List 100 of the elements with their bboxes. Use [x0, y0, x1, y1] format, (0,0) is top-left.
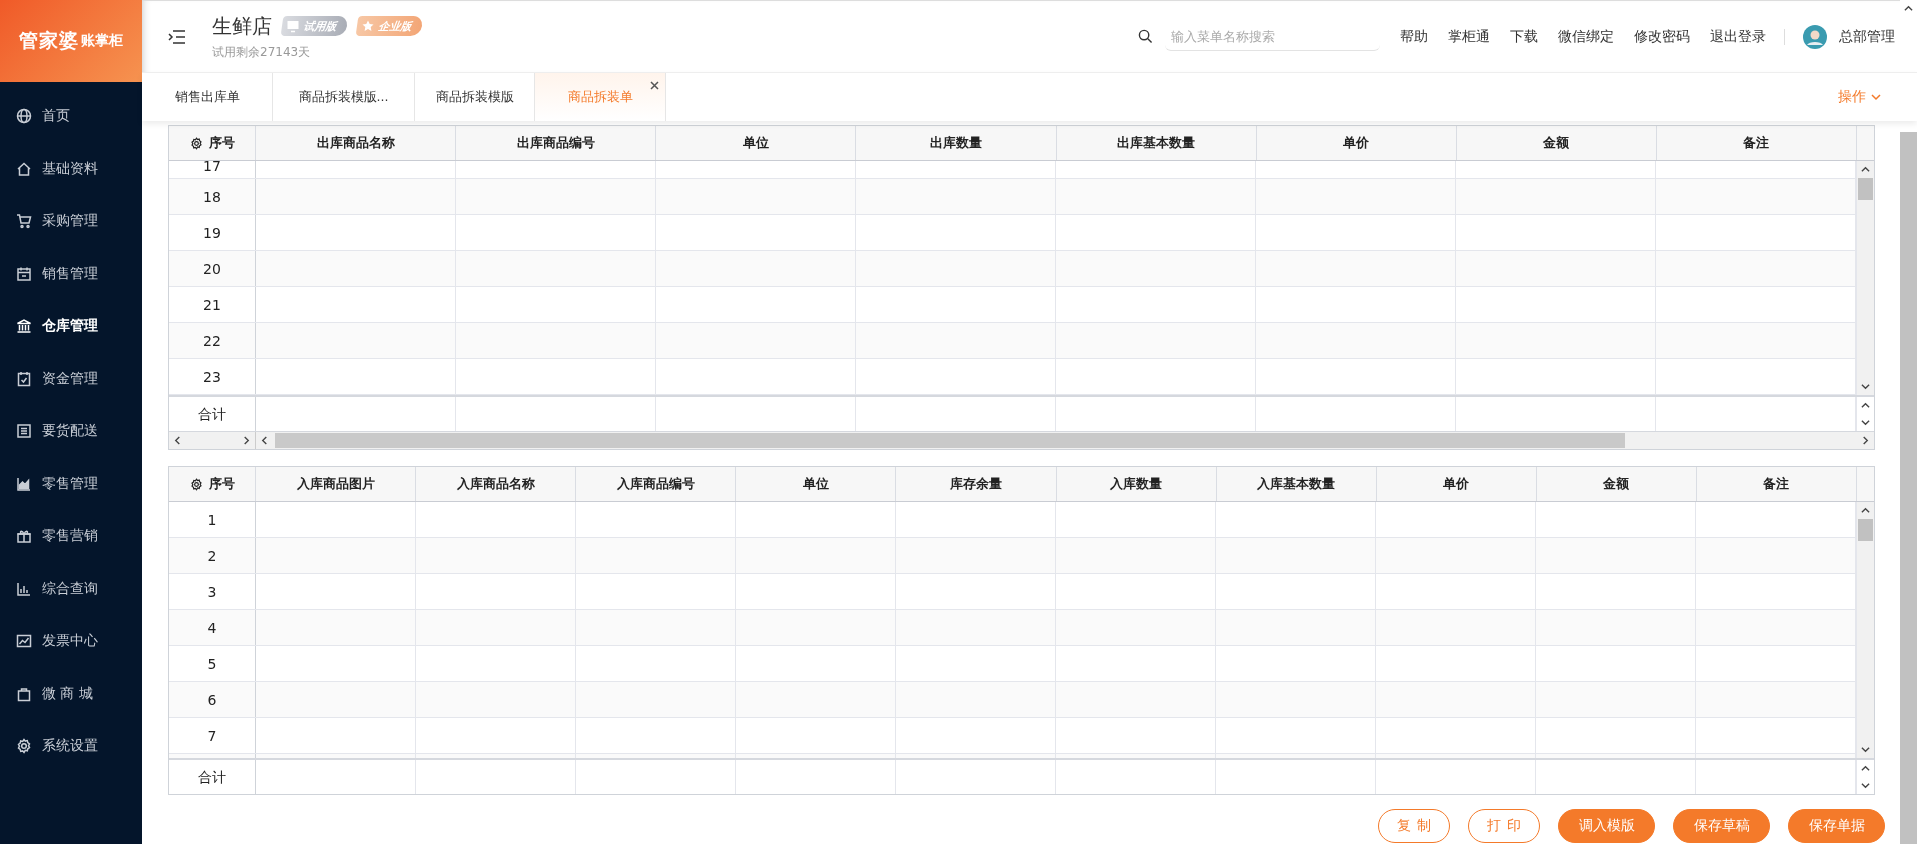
vertical-scrollbar[interactable]: [1856, 502, 1874, 758]
row-number: 4: [169, 610, 256, 645]
column-header-text: 序号: [208, 134, 235, 152]
header-link[interactable]: 下载: [1510, 27, 1538, 46]
chevron-up-icon[interactable]: [1861, 401, 1870, 410]
row-number: 20: [169, 251, 256, 286]
header-link[interactable]: 帮助: [1400, 27, 1428, 46]
caret-icon: [1871, 93, 1881, 101]
bank-icon: [16, 318, 32, 335]
close-icon[interactable]: [650, 81, 659, 90]
sidebar-item[interactable]: 资金管理: [0, 352, 142, 405]
header-link[interactable]: 掌柜通: [1448, 27, 1490, 46]
trial-remaining-text: 试用剩余27143天: [212, 43, 312, 61]
store-name: 生鲜店: [212, 12, 272, 40]
column-header: 入库商品图片: [256, 467, 417, 501]
avatar-icon: [1803, 24, 1827, 49]
bag-icon: [16, 685, 32, 702]
scrollbar-thumb[interactable]: [1858, 178, 1873, 200]
column-header: 出库商品名称: [256, 126, 457, 160]
row-number: 18: [169, 179, 256, 214]
chevron-up-icon[interactable]: [1861, 506, 1870, 515]
scrollbar-thumb[interactable]: [1900, 132, 1917, 844]
row-number: 22: [169, 323, 256, 358]
gear-icon[interactable]: [189, 477, 203, 491]
sidebar-item[interactable]: 采购管理: [0, 195, 142, 248]
column-header: 金额: [1456, 126, 1657, 160]
row-number: 21: [169, 287, 256, 322]
row-number: 17: [169, 161, 256, 178]
sidebar-item[interactable]: 微 商 城: [0, 667, 142, 720]
column-header: 库存余量: [896, 467, 1057, 501]
column-header-text: 序号: [208, 475, 235, 493]
sidebar-item[interactable]: 零售营销: [0, 510, 142, 563]
list-icon: [16, 423, 32, 440]
chevron-right-icon[interactable]: [242, 436, 251, 445]
row-number: 7: [169, 718, 256, 753]
chevron-up-icon[interactable]: [1861, 165, 1870, 174]
sidebar-item[interactable]: 综合查询: [0, 562, 142, 615]
column-header: 单价: [1376, 467, 1537, 501]
bar-chart-icon: [16, 580, 32, 597]
edition-badge: 企业版: [355, 16, 424, 36]
chevron-left-icon[interactable]: [260, 436, 269, 445]
column-header: 出库数量: [856, 126, 1057, 160]
logo-brand-text: 管家婆: [19, 28, 79, 53]
edition-badge: 试用版: [280, 16, 349, 36]
column-header: 入库商品编号: [576, 467, 737, 501]
row-number: 1: [169, 502, 256, 537]
scrollbar-thumb[interactable]: [275, 433, 1625, 448]
page-scrollbar[interactable]: [1900, 0, 1917, 844]
row-number: 6: [169, 682, 256, 717]
row-number: 19: [169, 215, 256, 250]
user-name[interactable]: 总部管理: [1839, 27, 1895, 46]
area-chart-icon: [16, 475, 32, 492]
row-number: 23: [169, 359, 256, 394]
calendar-check-icon: [16, 370, 32, 387]
chevron-down-icon[interactable]: [1861, 418, 1870, 427]
logo-product-text: 账掌柜: [81, 32, 123, 50]
column-header: 入库基本数量: [1216, 467, 1377, 501]
sidebar-item[interactable]: 销售管理: [0, 247, 142, 300]
vertical-scrollbar[interactable]: [1856, 161, 1874, 395]
sidebar-item[interactable]: 发票中心: [0, 615, 142, 668]
column-header: 出库商品编号: [456, 126, 657, 160]
chevron-down-icon[interactable]: [1861, 781, 1870, 790]
column-header: 入库商品名称: [416, 467, 577, 501]
home-icon: [16, 160, 32, 177]
sidebar-item[interactable]: 系统设置: [0, 720, 142, 773]
gear-icon[interactable]: [189, 136, 203, 150]
chevron-up-icon[interactable]: [1861, 764, 1870, 773]
row-number: 5: [169, 646, 256, 681]
sidebar-item[interactable]: 零售管理: [0, 457, 142, 510]
calendar-icon: [16, 265, 32, 282]
chevron-down-icon[interactable]: [1861, 745, 1870, 754]
chevron-right-icon[interactable]: [1861, 436, 1870, 445]
column-header: 出库基本数量: [1056, 126, 1257, 160]
monitor-icon: [286, 19, 300, 33]
line-chart-icon: [16, 633, 32, 650]
header-link[interactable]: 修改密码: [1634, 27, 1690, 46]
chevron-down-icon[interactable]: [1861, 382, 1870, 391]
sidebar-item[interactable]: 基础资料: [0, 142, 142, 195]
column-header: 单位: [656, 126, 857, 160]
row-number: 2: [169, 538, 256, 573]
chevron-left-icon[interactable]: [173, 436, 182, 445]
sidebar-item[interactable]: 要货配送: [0, 405, 142, 458]
gear-icon: [16, 738, 32, 755]
horizontal-scrollbar[interactable]: [169, 431, 1874, 449]
column-header: 金额: [1536, 467, 1697, 501]
star-icon: [361, 19, 375, 33]
sidebar-item[interactable]: 仓库管理: [0, 300, 142, 353]
chevron-up-icon[interactable]: [1904, 4, 1913, 13]
header-link[interactable]: 微信绑定: [1558, 27, 1614, 46]
gift-icon: [16, 528, 32, 545]
menu-icon: [168, 28, 186, 45]
search-icon: [1138, 29, 1153, 44]
row-number: 3: [169, 574, 256, 609]
cart-icon: [16, 213, 32, 230]
column-header: 单位: [736, 467, 897, 501]
globe-icon: [16, 108, 32, 125]
column-header: 入库数量: [1056, 467, 1217, 501]
header-link[interactable]: 退出登录: [1710, 27, 1766, 46]
scrollbar-thumb[interactable]: [1858, 519, 1873, 541]
sidebar-item[interactable]: 首页: [0, 90, 142, 143]
